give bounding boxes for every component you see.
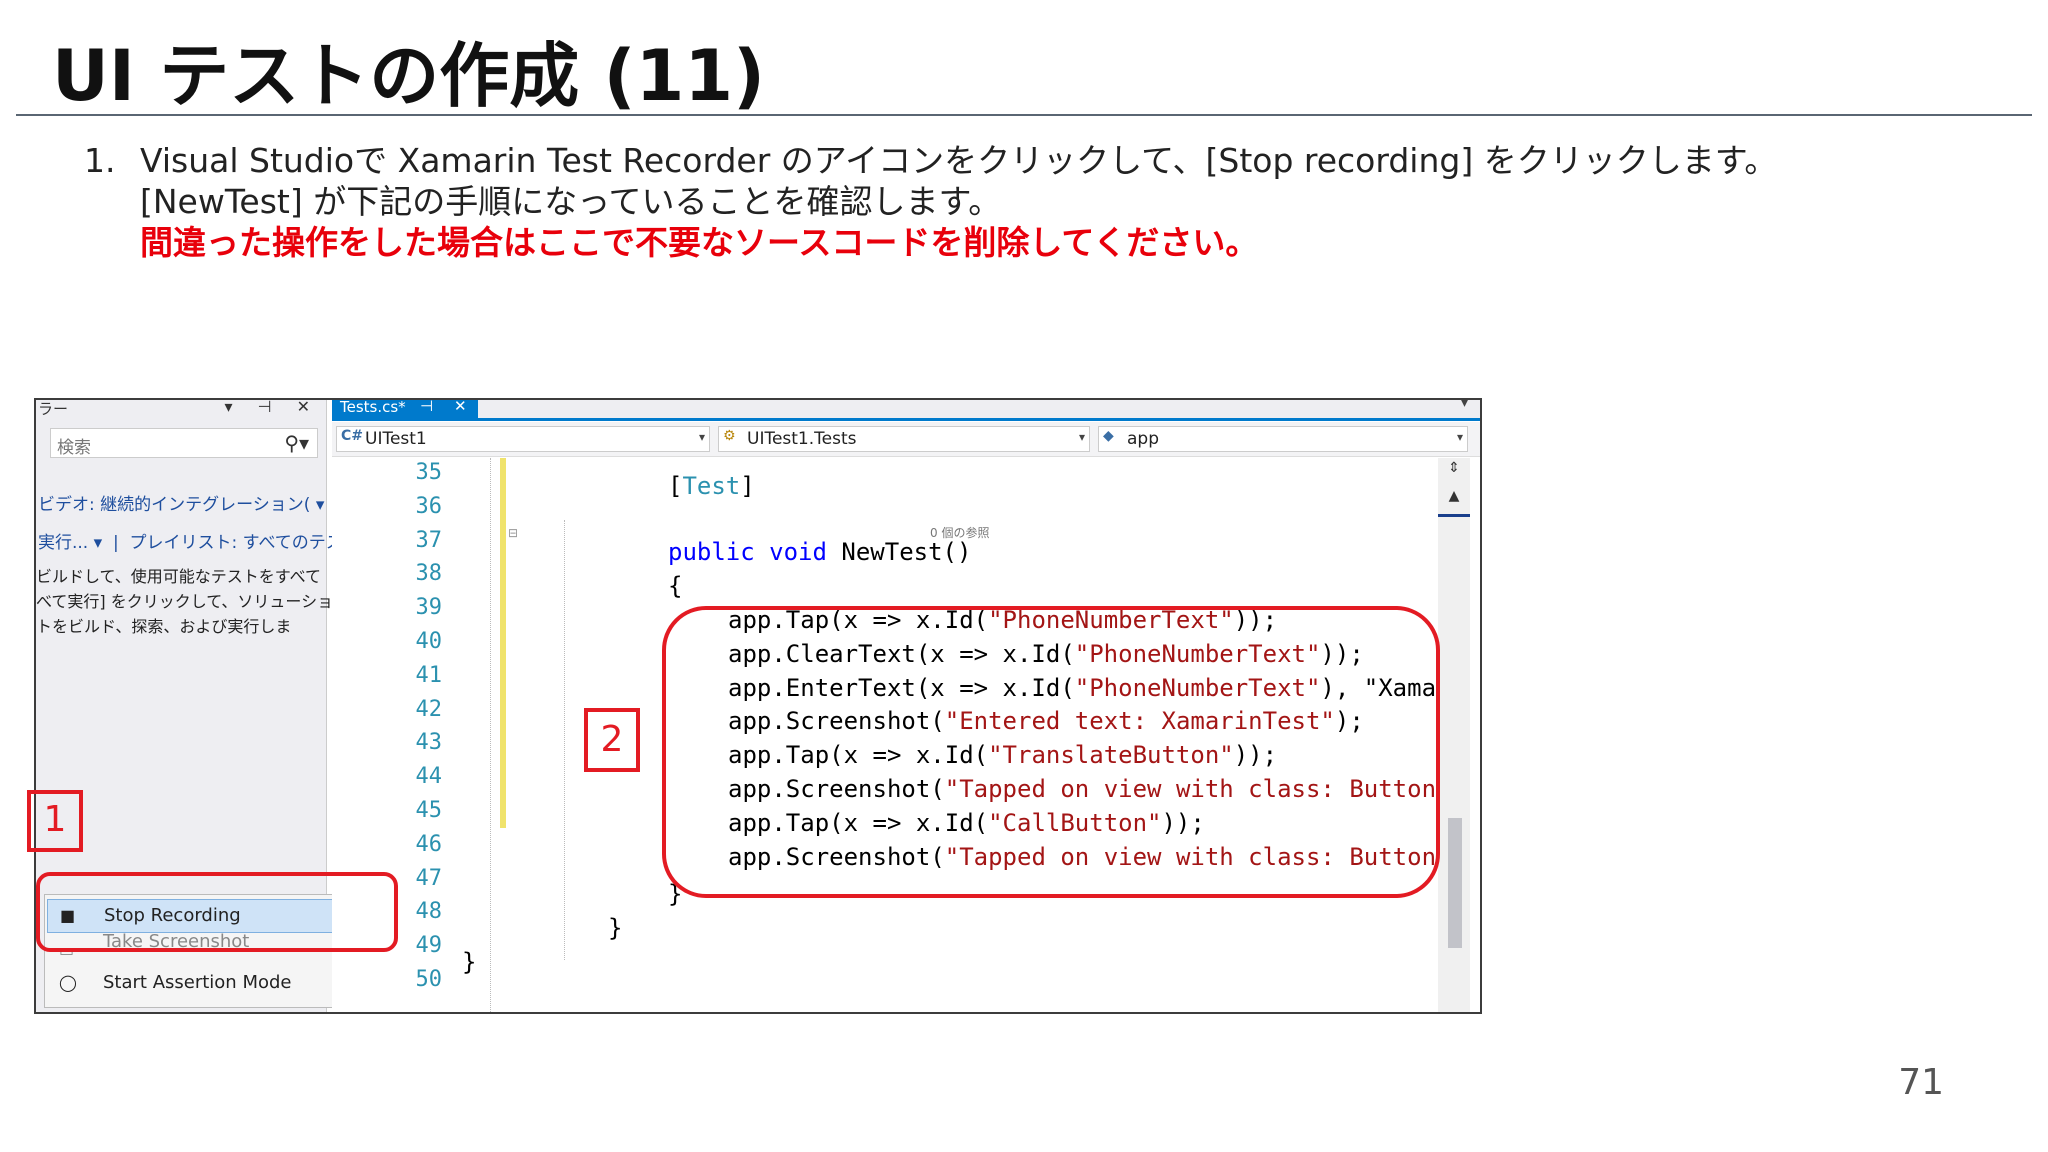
member-dropdown[interactable]: ◆ app ▾ bbox=[1098, 426, 1468, 452]
chevron-down-icon: ▾ bbox=[1456, 430, 1463, 444]
line-number: 38 bbox=[415, 561, 443, 587]
menu-item-start-assertion-mode[interactable]: ◯ Start Assertion Mode bbox=[47, 967, 365, 1001]
code-line-open-brace[interactable]: { bbox=[668, 572, 682, 600]
video-link[interactable]: ビデオ: 継続的インテグレーション( ▾ bbox=[38, 490, 324, 515]
circle-icon: ◯ bbox=[59, 973, 77, 992]
line-number: 36 bbox=[415, 493, 443, 519]
scroll-thumb[interactable] bbox=[1448, 818, 1462, 948]
editor-navigation-bar: C# UITest1 ▾ ⚙ UITest1.Tests ▾ ◆ app ▾ bbox=[332, 422, 1480, 457]
code-line-class-close-brace[interactable]: } bbox=[608, 914, 622, 942]
indent-guide bbox=[490, 458, 491, 1012]
line-number: 41 bbox=[415, 662, 443, 688]
step-warning: 間違った操作をした場合はここで不要なソースコードを削除してください。 bbox=[140, 223, 1259, 262]
class-icon: ⚙ bbox=[723, 428, 736, 444]
keyword: public bbox=[668, 538, 755, 566]
recorded-steps-highlight bbox=[662, 606, 1440, 898]
line-number: 44 bbox=[415, 764, 443, 790]
split-icon[interactable]: ⇕ bbox=[1444, 460, 1464, 476]
method-name: NewTest() bbox=[826, 538, 972, 566]
tab-tests-cs[interactable]: Tests.cs* ⊣ ✕ bbox=[332, 400, 478, 418]
project-dropdown[interactable]: C# UITest1 ▾ bbox=[336, 426, 710, 452]
bracket: ] bbox=[740, 472, 755, 500]
panel-titlebar: ラー ▾ ⊣ ✕ bbox=[36, 400, 326, 418]
bracket: [ bbox=[668, 472, 683, 500]
panel-description: ビルドして、使用可能なテストをすべて べて実行] をクリックして、ソリューショ … bbox=[36, 564, 333, 639]
chevron-down-icon: ▾ bbox=[1078, 430, 1085, 444]
member-label: app bbox=[1127, 429, 1159, 449]
csharp-icon: C# bbox=[341, 428, 364, 444]
playlist-link[interactable]: プレイリスト: すべてのテス bbox=[130, 533, 343, 553]
project-label: UITest1 bbox=[365, 429, 427, 449]
fold-toggle-icon[interactable]: ⊟ bbox=[508, 526, 518, 540]
scroll-position-marker bbox=[1438, 514, 1470, 517]
vertical-scrollbar[interactable]: ⇕ ▲ bbox=[1438, 458, 1470, 1012]
panel-controls[interactable]: ▾ ⊣ ✕ bbox=[224, 400, 320, 416]
video-link-label: ビデオ: 継続的インテグレーション( bbox=[38, 495, 311, 515]
line-number: 37 bbox=[415, 527, 443, 553]
stop-recording-highlight bbox=[36, 872, 398, 952]
pin-icon[interactable]: ⊣ bbox=[420, 400, 433, 415]
line-number: 39 bbox=[415, 595, 443, 621]
title-divider bbox=[16, 114, 2032, 116]
code-line-namespace-close-brace[interactable]: } bbox=[462, 948, 476, 976]
field-icon: ◆ bbox=[1103, 428, 1114, 444]
run-and-playlist-row: 実行... ▾ | プレイリスト: すべてのテス bbox=[38, 533, 343, 553]
line-number: 46 bbox=[415, 831, 443, 857]
panel-title: ラー bbox=[38, 400, 69, 418]
line-number: 45 bbox=[415, 798, 443, 823]
chevron-down-icon: ▾ bbox=[698, 430, 705, 444]
search-icon[interactable]: ⚲▾ bbox=[284, 431, 309, 455]
keyword: void bbox=[769, 538, 827, 566]
editor-tabstrip: Tests.cs* ⊣ ✕ ▾ bbox=[332, 400, 1480, 421]
class-dropdown[interactable]: ⚙ UITest1.Tests ▾ bbox=[718, 426, 1090, 452]
line-number: 35 bbox=[415, 460, 443, 485]
tab-label: Tests.cs* bbox=[340, 398, 406, 416]
desc-line-2: べて実行] をクリックして、ソリューショ bbox=[36, 592, 334, 611]
indent-guide bbox=[564, 520, 565, 960]
callout-1-number: 1 bbox=[43, 799, 67, 840]
step-number: 1. bbox=[84, 141, 116, 180]
line-number: 42 bbox=[415, 696, 443, 722]
line-number: 43 bbox=[415, 730, 443, 756]
line-number: 50 bbox=[415, 967, 443, 992]
close-icon[interactable]: ✕ bbox=[454, 400, 467, 415]
page-number: 71 bbox=[1898, 1062, 1944, 1103]
step-line-1: Visual Studioで Xamarin Test Recorder のアイ… bbox=[140, 141, 1778, 180]
changed-lines-indicator bbox=[500, 458, 506, 828]
search-input[interactable]: 検索 ⚲▾ bbox=[50, 428, 318, 458]
step-line-2: [NewTest] が下記の手順になっていることを確認します。 bbox=[140, 182, 1002, 221]
slide-title: UI テストの作成 (11) bbox=[52, 35, 766, 117]
callout-2-number: 2 bbox=[600, 719, 624, 760]
code-line-attribute[interactable]: [Test] bbox=[668, 472, 755, 500]
scroll-up-icon[interactable]: ▲ bbox=[1444, 488, 1464, 504]
run-link[interactable]: 実行... bbox=[38, 533, 88, 553]
line-number: 40 bbox=[415, 629, 443, 654]
class-label: UITest1.Tests bbox=[747, 429, 857, 449]
desc-line-3: トをビルド、探索、および実行しま bbox=[36, 617, 292, 636]
attribute-name: Test bbox=[682, 472, 741, 500]
desc-line-1: ビルドして、使用可能なテストをすべて bbox=[36, 567, 321, 586]
menu-item-label: Start Assertion Mode bbox=[103, 972, 292, 993]
search-placeholder: 検索 bbox=[57, 438, 91, 458]
chevron-down-icon[interactable]: ▾ bbox=[1461, 400, 1468, 411]
code-line-method-signature[interactable]: public void NewTest() bbox=[668, 538, 971, 566]
